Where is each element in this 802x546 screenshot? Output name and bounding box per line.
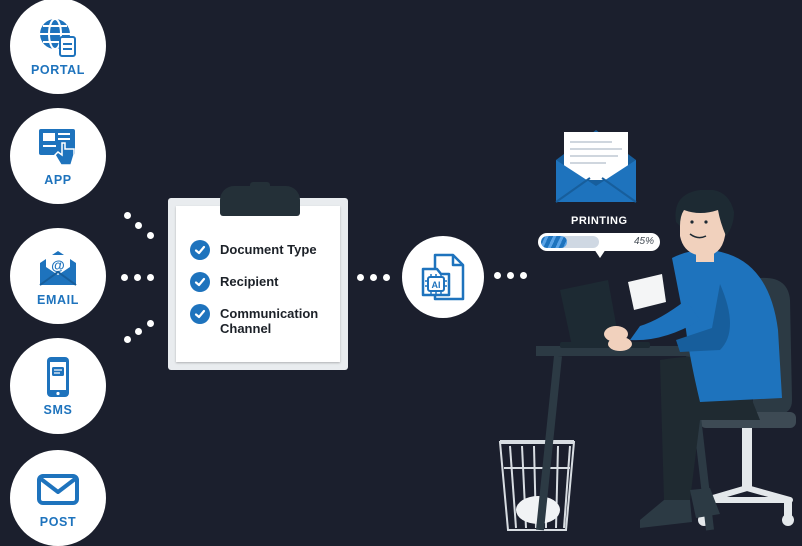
clipboard-checklist: Document Type Recipient Communication Ch…	[168, 182, 348, 370]
checkmark-icon	[190, 240, 210, 260]
globe-document-icon	[40, 18, 76, 57]
checklist: Document Type Recipient Communication Ch…	[190, 240, 332, 350]
channel-label: APP	[44, 173, 72, 187]
svg-text:AI: AI	[432, 280, 441, 290]
channel-post: POST	[10, 450, 106, 546]
connector-dot	[147, 274, 154, 281]
paper-sheet	[628, 274, 666, 310]
connector-dot	[124, 212, 131, 219]
connector-dot	[357, 274, 364, 281]
connector-dot	[135, 328, 142, 335]
clipboard-clip	[220, 186, 300, 216]
ai-document-icon: AI	[421, 253, 465, 301]
checkmark-icon	[190, 304, 210, 324]
connector-dot	[134, 274, 141, 281]
email-envelope-icon: @	[39, 251, 77, 286]
checklist-item: Communication Channel	[190, 304, 332, 336]
connector-dot	[121, 274, 128, 281]
connector-dot	[135, 222, 142, 229]
trash-bin-icon	[498, 440, 576, 531]
checklist-item: Recipient	[190, 272, 332, 292]
person-torso	[630, 249, 782, 402]
connector-dot	[370, 274, 377, 281]
channel-portal: PORTAL	[10, 0, 106, 94]
channel-label: POST	[39, 515, 77, 529]
checklist-item-text: Communication Channel	[220, 306, 319, 336]
checklist-item-text: Recipient	[220, 274, 279, 289]
ai-processor: AI	[402, 236, 484, 318]
checkmark-icon	[190, 272, 210, 292]
channel-app: APP	[10, 108, 106, 204]
person-head	[675, 190, 734, 262]
connector-dot	[147, 232, 154, 239]
checklist-item-text: Document Type	[220, 242, 317, 257]
tap-screen-icon	[39, 129, 75, 166]
phone-message-icon	[47, 357, 69, 397]
svg-text:@: @	[51, 257, 65, 273]
envelope-icon	[37, 474, 79, 505]
channel-label: SMS	[43, 403, 73, 417]
person-at-desk-illustration	[498, 190, 796, 531]
channel-label: EMAIL	[37, 293, 79, 307]
channel-sms: SMS	[10, 338, 106, 434]
checklist-item: Document Type	[190, 240, 332, 260]
connector-dot	[124, 336, 131, 343]
connector-dot	[383, 274, 390, 281]
connector-dot	[147, 320, 154, 327]
channel-label: PORTAL	[30, 63, 86, 77]
channel-email: @ EMAIL	[10, 228, 106, 324]
